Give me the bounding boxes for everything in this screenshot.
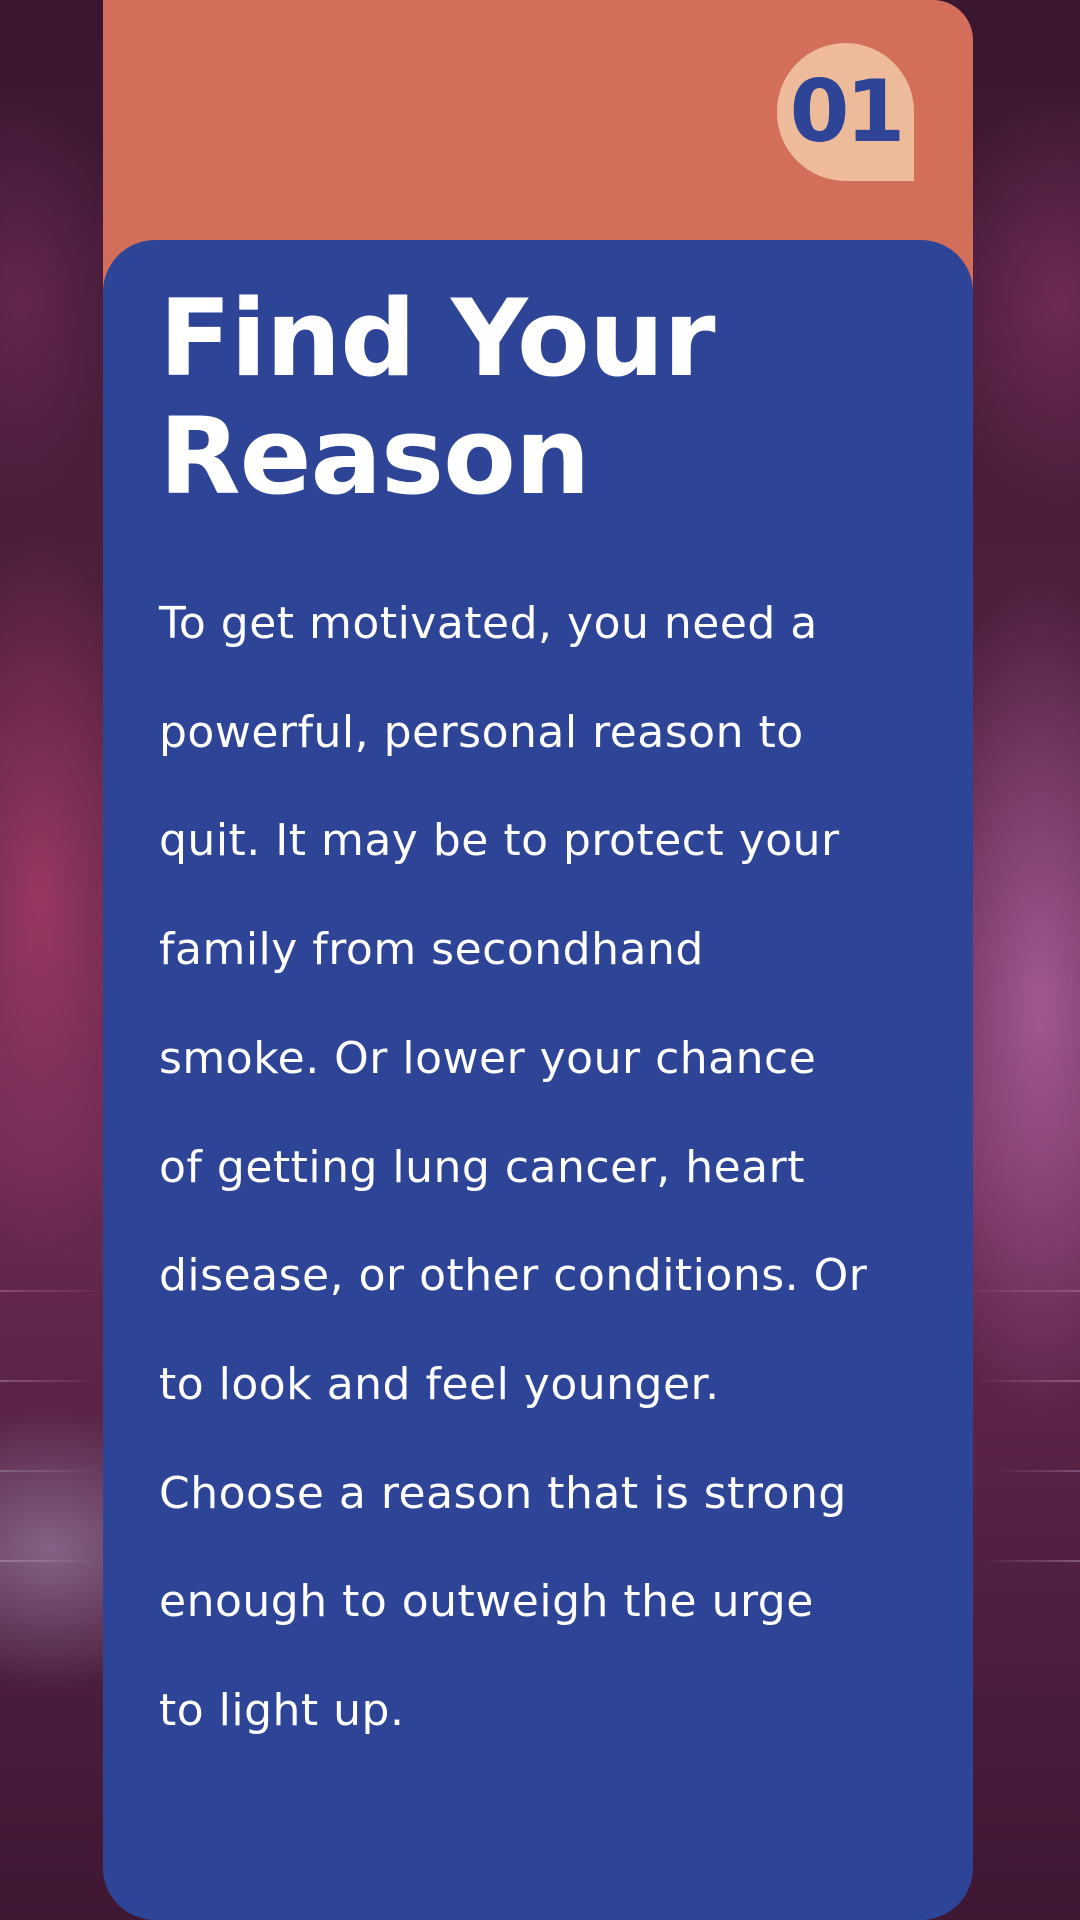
page: { "badge": { "number": "01" }, "card": {… xyxy=(0,0,1080,1920)
step-number-badge: 01 xyxy=(777,43,914,181)
card-body: To get motivated, you need a powerful, p… xyxy=(159,598,868,1737)
content-card: Find Your Reason To get motivated, you n… xyxy=(103,240,973,1920)
step-number: 01 xyxy=(789,62,906,162)
card-title: Find Your Reason xyxy=(159,277,716,518)
